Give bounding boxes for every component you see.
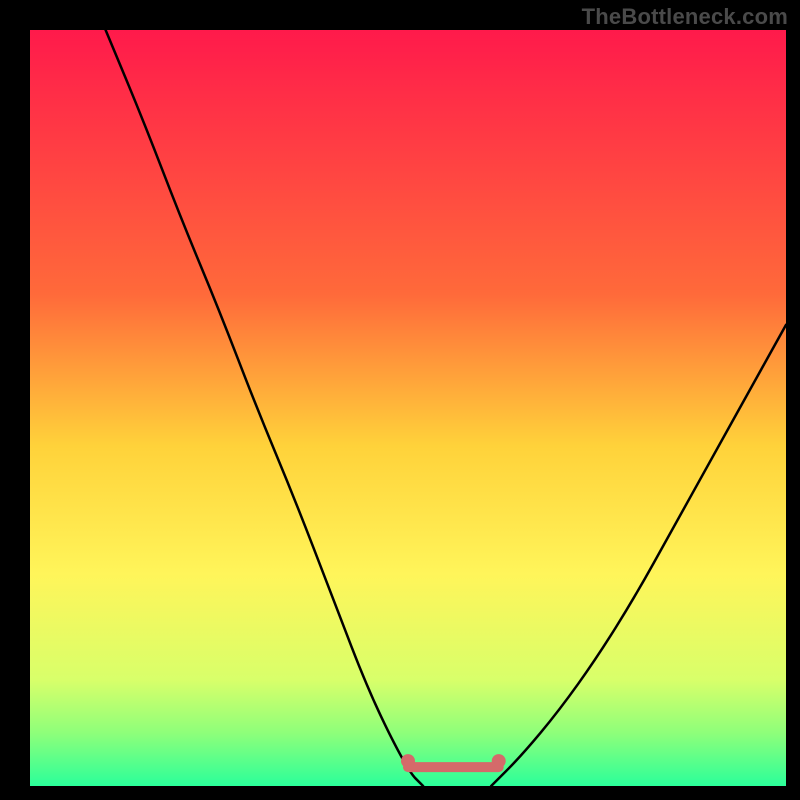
chart-frame: TheBottleneck.com: [0, 0, 800, 800]
flat-zone-cap-left: [401, 754, 415, 768]
flat-zone-bump: [422, 764, 430, 772]
flat-zone-bump: [440, 764, 448, 772]
plot-background: [30, 30, 786, 786]
bottleneck-chart: [0, 0, 800, 800]
flat-zone-cap-right: [492, 754, 506, 768]
flat-zone-bump: [477, 764, 485, 772]
flat-zone-bump: [458, 764, 466, 772]
watermark-text: TheBottleneck.com: [582, 4, 788, 30]
